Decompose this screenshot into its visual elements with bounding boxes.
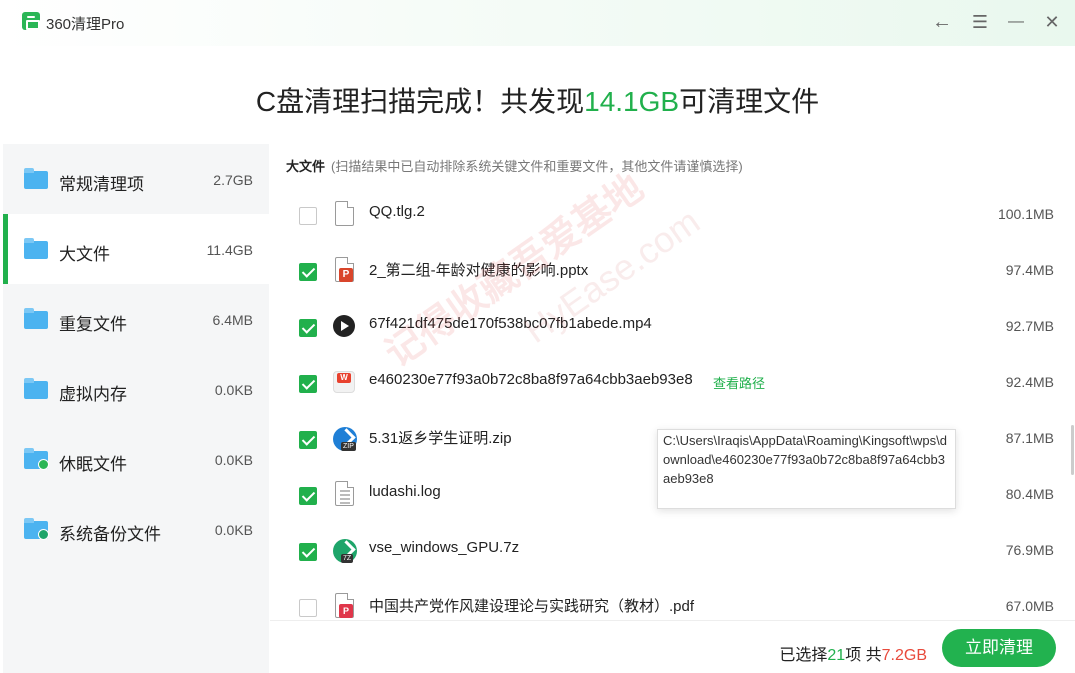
sidebar-item-size: 0.0KB — [214, 382, 253, 398]
view-path-link[interactable]: 查看路径 — [713, 373, 765, 392]
document-icon — [333, 201, 355, 227]
sidebar-item-label: 系统备份文件 — [59, 525, 161, 544]
title-bar: 360清理Pro ← ☰ — ✕ — [0, 0, 1075, 46]
close-icon[interactable]: ✕ — [1040, 10, 1064, 34]
file-checkbox[interactable] — [299, 487, 317, 505]
pdf-file-icon: P — [333, 593, 355, 619]
file-name: vse_windows_GPU.7z — [369, 539, 520, 556]
sidebar-item-size: 6.4MB — [212, 312, 253, 328]
sidebar-item-size: 0.0KB — [214, 522, 253, 538]
sidebar-item-virtual-memory[interactable]: 虚拟内存 0.0KB — [3, 354, 269, 424]
folder-badge-icon — [24, 448, 49, 470]
folder-icon — [24, 378, 48, 399]
ppt-file-icon: P — [333, 257, 355, 283]
file-row[interactable]: e460230e77f93a0b72c8ba8f97a64cbb3aeb93e8… — [285, 354, 1070, 410]
clean-now-button[interactable]: 立即清理 — [942, 629, 1056, 667]
sidebar-item-label: 休眠文件 — [59, 455, 127, 474]
7z-file-icon: 7Z — [333, 537, 357, 563]
minimize-icon[interactable]: — — [1004, 10, 1028, 34]
file-name: 2_第二组-年龄对健康的影响.pptx — [369, 262, 589, 279]
back-arrow-icon[interactable]: ← — [930, 10, 954, 34]
list-header: 大文件 (扫描结果中已自动排除系统关键文件和重要文件，其他文件请谨慎选择) — [286, 156, 743, 175]
file-size: 76.9MB — [1005, 542, 1054, 558]
file-size: 92.4MB — [1005, 374, 1054, 390]
file-name: 中国共产党作风建设理论与实践研究（教材）.pdf — [369, 598, 695, 615]
sidebar-item-hibernation[interactable]: 休眠文件 0.0KB — [3, 424, 269, 494]
selected-unit: 项 共 — [845, 647, 882, 664]
selected-count: 21 — [827, 647, 846, 664]
file-checkbox[interactable] — [299, 599, 317, 617]
file-name: e460230e77f93a0b72c8ba8f97a64cbb3aeb93e8 — [369, 371, 693, 388]
path-tooltip: C:\Users\Iraqis\AppData\Roaming\Kingsoft… — [657, 429, 956, 509]
file-name: 5.31返乡学生证明.zip — [369, 430, 512, 447]
sidebar-item-system-backup[interactable]: 系统备份文件 0.0KB — [3, 494, 269, 564]
folder-icon — [24, 238, 48, 259]
file-row[interactable]: P 2_第二组-年龄对健康的影响.pptx 97.4MB — [285, 242, 1070, 298]
zip-file-icon: ZIP — [333, 425, 357, 451]
file-size: 97.4MB — [1005, 262, 1054, 278]
sidebar-item-label: 虚拟内存 — [59, 385, 127, 404]
sidebar-item-size: 11.4GB — [206, 242, 253, 258]
folder-icon — [24, 168, 48, 189]
file-size: 100.1MB — [997, 206, 1054, 222]
file-size: 80.4MB — [1005, 486, 1054, 502]
sidebar-item-label: 常规清理项 — [59, 175, 144, 194]
file-checkbox[interactable] — [299, 207, 317, 225]
file-row[interactable]: 67f421df475de170f538bc07fb1abede.mp4 92.… — [285, 298, 1070, 354]
file-checkbox[interactable] — [299, 263, 317, 281]
folder-icon — [24, 308, 48, 329]
selection-summary: 已选择21项 共7.2GB — [779, 641, 927, 665]
file-size: 67.0MB — [1005, 598, 1054, 614]
sidebar-item-regular[interactable]: 常规清理项 2.7GB — [3, 144, 269, 214]
sidebar-item-size: 2.7GB — [213, 172, 253, 188]
selected-prefix: 已选择 — [779, 647, 828, 664]
file-list: QQ.tlg.2 100.1MB P 2_第二组-年龄对健康的影响.pptx 9… — [285, 186, 1070, 620]
file-row[interactable]: QQ.tlg.2 100.1MB — [285, 186, 1070, 242]
file-checkbox[interactable] — [299, 375, 317, 393]
log-file-icon — [333, 481, 355, 507]
app-title: 360清理Pro — [46, 16, 125, 33]
sidebar-item-duplicates[interactable]: 重复文件 6.4MB — [3, 284, 269, 354]
file-name: QQ.tlg.2 — [369, 203, 425, 220]
wps-file-icon — [333, 369, 355, 395]
file-checkbox[interactable] — [299, 543, 317, 561]
file-row[interactable]: P 中国共产党作风建设理论与实践研究（教材）.pdf 67.0MB — [285, 578, 1070, 620]
sidebar-item-size: 0.0KB — [214, 452, 253, 468]
sidebar-item-label: 重复文件 — [59, 315, 127, 334]
folder-badge-icon — [24, 518, 49, 540]
list-scrollbar[interactable] — [1071, 425, 1074, 475]
app-logo-icon — [22, 12, 40, 30]
selected-size: 7.2GB — [881, 647, 927, 664]
sidebar-item-label: 大文件 — [59, 245, 110, 264]
list-note: (扫描结果中已自动排除系统关键文件和重要文件，其他文件请谨慎选择) — [331, 159, 743, 174]
file-checkbox[interactable] — [299, 431, 317, 449]
scan-result-headline: C盘清理扫描完成！共发现14.1GB可清理文件 — [0, 80, 1075, 120]
file-row[interactable]: 7Z vse_windows_GPU.7z 76.9MB — [285, 522, 1070, 578]
file-size: 87.1MB — [1005, 430, 1054, 446]
file-size: 92.7MB — [1005, 318, 1054, 334]
file-name: 67f421df475de170f538bc07fb1abede.mp4 — [369, 315, 652, 332]
footer-bar: 已选择21项 共7.2GB 立即清理 — [270, 620, 1075, 673]
video-file-icon — [333, 313, 355, 339]
headline-amount: 14.1GB — [584, 86, 680, 117]
sidebar-item-large-files[interactable]: 大文件 11.4GB — [3, 214, 269, 284]
file-checkbox[interactable] — [299, 319, 317, 337]
menu-icon[interactable]: ☰ — [968, 10, 992, 34]
list-title: 大文件 — [286, 159, 326, 174]
headline-prefix: C盘清理扫描完成！共发现 — [255, 86, 585, 117]
category-sidebar: 常规清理项 2.7GB 大文件 11.4GB 重复文件 6.4MB 虚拟内存 0… — [3, 144, 269, 673]
file-name: ludashi.log — [369, 483, 441, 500]
headline-suffix: 可清理文件 — [679, 86, 820, 117]
